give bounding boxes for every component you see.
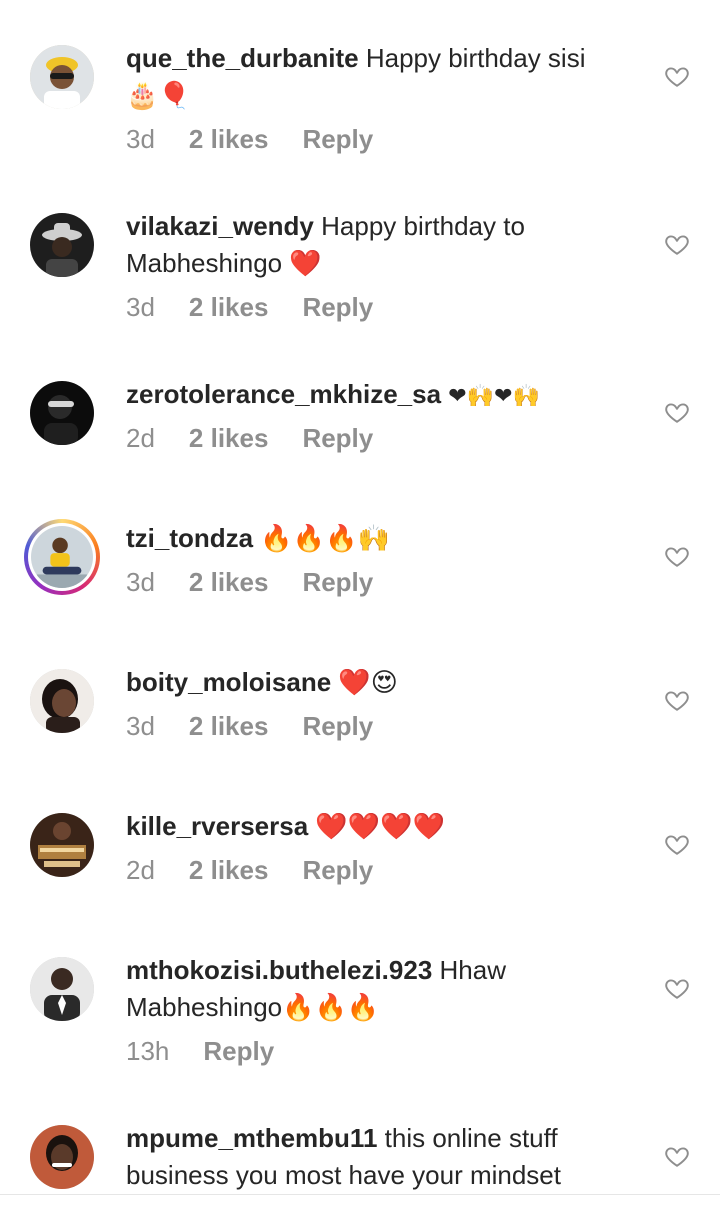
avatar-image <box>30 669 94 733</box>
comment-text: 🔥🔥🔥🙌 <box>260 523 390 553</box>
avatar[interactable] <box>30 45 94 109</box>
avatar-image <box>31 526 93 588</box>
comment-meta: 3d 2 likes Reply <box>126 124 373 155</box>
comment-likes[interactable]: 2 likes <box>189 855 269 886</box>
comment-time: 13h <box>126 1036 170 1066</box>
comment-time: 3d <box>126 711 155 741</box>
avatar-image <box>30 1125 94 1189</box>
avatar-image <box>30 213 94 277</box>
comment-username[interactable]: boity_moloisane <box>126 667 331 697</box>
comment-body: tzi_tondza 🔥🔥🔥🙌 <box>126 520 596 557</box>
reply-button[interactable]: Reply <box>203 1036 274 1067</box>
comment-username[interactable]: mpume_mthembu11 <box>126 1123 377 1153</box>
comment-body: mpume_mthembu11 this online stuff busine… <box>126 1120 596 1194</box>
comment-time: 2d <box>126 855 155 885</box>
comment-meta: 3d 2 likes Reply <box>126 292 373 323</box>
avatar-image <box>30 45 94 109</box>
comment-time: 2d <box>126 423 155 453</box>
heart-outline-icon[interactable] <box>664 231 690 257</box>
heart-outline-icon[interactable] <box>664 543 690 569</box>
comment-username[interactable]: que_the_durbanite <box>126 43 359 73</box>
comment-likes[interactable]: 2 likes <box>189 292 269 323</box>
comment-likes[interactable]: 2 likes <box>189 423 269 454</box>
reply-button[interactable]: Reply <box>302 855 373 886</box>
comment-time: 3d <box>126 292 155 322</box>
heart-outline-icon[interactable] <box>664 831 690 857</box>
heart-outline-icon[interactable] <box>664 1143 690 1169</box>
comment-meta: 13h Reply <box>126 1036 274 1067</box>
comment-body: que_the_durbanite Happy birthday sisi🎂🎈 <box>126 40 596 114</box>
avatar[interactable] <box>30 213 94 277</box>
comment-text: ❤️😍 <box>338 667 398 697</box>
reply-button[interactable]: Reply <box>302 292 373 323</box>
comment-text: ❤🙌❤🙌 <box>448 383 540 408</box>
heart-outline-icon[interactable] <box>664 687 690 713</box>
reply-button[interactable]: Reply <box>302 567 373 598</box>
reply-button[interactable]: Reply <box>302 124 373 155</box>
comment-body: kille_rversersa ❤️❤️❤️❤️ <box>126 808 596 845</box>
comment-body: zerotolerance_mkhize_sa ❤🙌❤🙌 <box>126 376 596 414</box>
comment-username[interactable]: vilakazi_wendy <box>126 211 314 241</box>
comment-meta: 2d 2 likes Reply <box>126 423 373 454</box>
avatar[interactable] <box>30 669 94 733</box>
heart-outline-icon[interactable] <box>664 975 690 1001</box>
avatar-image <box>30 381 94 445</box>
comment-body: boity_moloisane ❤️😍 <box>126 664 596 701</box>
comment-username[interactable]: kille_rversersa <box>126 811 308 841</box>
reply-button[interactable]: Reply <box>302 423 373 454</box>
comment-body: vilakazi_wendy Happy birthday to Mabhesh… <box>126 208 596 282</box>
avatar-image <box>30 957 94 1021</box>
comment-text: ❤️❤️❤️❤️ <box>315 811 445 841</box>
comment-likes[interactable]: 2 likes <box>189 567 269 598</box>
comment-username[interactable]: mthokozisi.buthelezi.923 <box>126 955 432 985</box>
reply-button[interactable]: Reply <box>302 711 373 742</box>
comment-body: mthokozisi.buthelezi.923 Hhaw Mabheshing… <box>126 952 596 1026</box>
avatar[interactable] <box>30 957 94 1021</box>
comment-meta: 3d 2 likes Reply <box>126 711 373 742</box>
avatar[interactable] <box>30 813 94 877</box>
comment-username[interactable]: tzi_tondza <box>126 523 253 553</box>
heart-outline-icon[interactable] <box>664 63 690 89</box>
avatar-story-ring[interactable] <box>24 519 100 595</box>
comment-time: 3d <box>126 124 155 154</box>
avatar[interactable] <box>30 381 94 445</box>
comment-username[interactable]: zerotolerance_mkhize_sa <box>126 379 441 409</box>
avatar-image <box>30 813 94 877</box>
comment-likes[interactable]: 2 likes <box>189 124 269 155</box>
comment-likes[interactable]: 2 likes <box>189 711 269 742</box>
comment-time: 3d <box>126 567 155 597</box>
heart-outline-icon[interactable] <box>664 399 690 425</box>
avatar[interactable] <box>30 1125 94 1189</box>
avatar <box>28 523 96 591</box>
comment-meta: 2d 2 likes Reply <box>126 855 373 886</box>
comment-meta: 3d 2 likes Reply <box>126 567 373 598</box>
bottom-divider <box>0 1194 720 1195</box>
